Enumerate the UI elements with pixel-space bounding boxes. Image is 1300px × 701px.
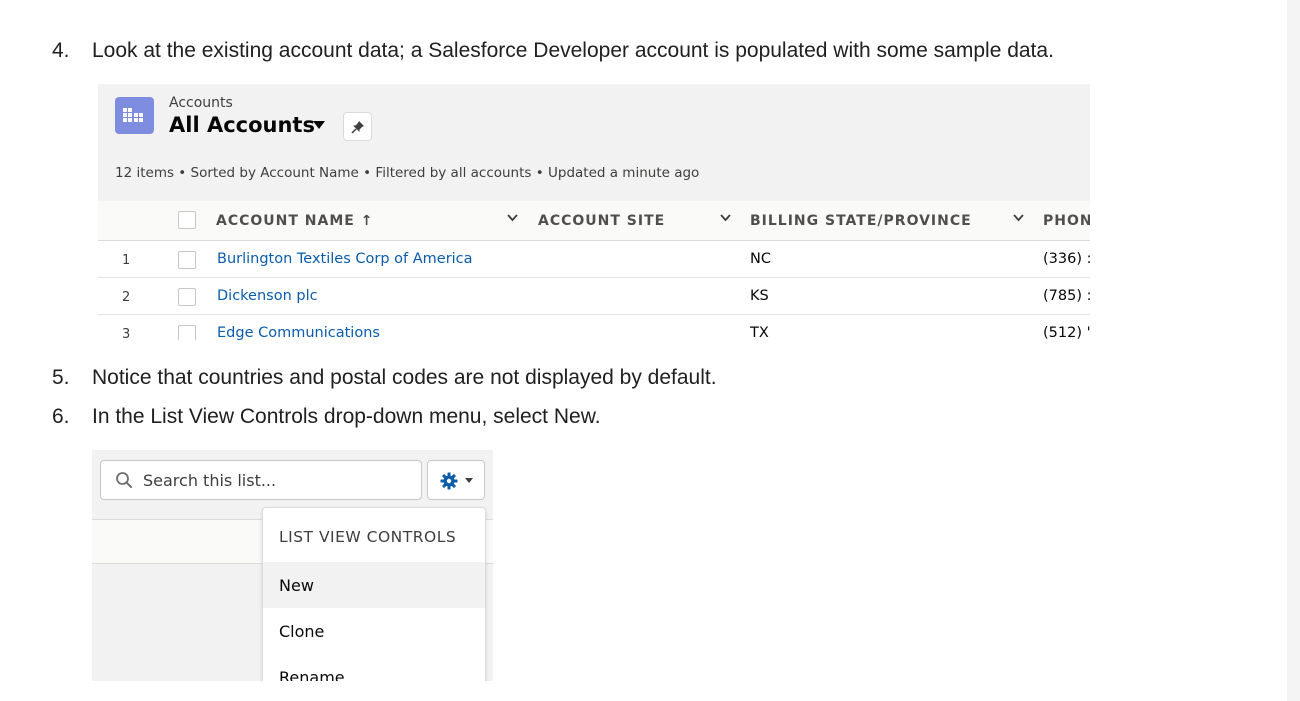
list-view-title[interactable]: All Accounts bbox=[169, 113, 315, 137]
step-5: 5. Notice that countries and postal codes… bbox=[52, 366, 717, 390]
table-header-row: ACCOUNT NAME ↑ ACCOUNT SITE BILLING STAT… bbox=[98, 201, 1090, 241]
phone-cell: (785) : bbox=[1043, 288, 1090, 304]
row-number: 2 bbox=[122, 290, 131, 305]
accounts-object-icon bbox=[115, 97, 154, 134]
table-row: 2 Dickenson plc KS (785) : bbox=[98, 278, 1090, 315]
step-number: 4. bbox=[52, 39, 70, 62]
pin-list-view-button[interactable] bbox=[343, 112, 372, 141]
list-view-controls-button[interactable] bbox=[427, 460, 485, 500]
menu-item-clone[interactable]: Clone bbox=[263, 608, 485, 654]
account-name-link[interactable]: Burlington Textiles Corp of America bbox=[217, 251, 473, 267]
search-icon bbox=[116, 472, 132, 488]
billing-state-cell: NC bbox=[750, 251, 771, 267]
pin-icon bbox=[350, 121, 364, 134]
list-view-controls-screenshot: LIST VIEW CONTROLS New Clone Rename bbox=[92, 450, 493, 681]
step-6: 6. In the List View Controls drop-down me… bbox=[52, 405, 601, 429]
chevron-down-icon bbox=[465, 478, 473, 483]
page-gutter bbox=[1287, 0, 1300, 701]
billing-state-cell: TX bbox=[750, 325, 769, 340]
list-view-header: Accounts All Accounts 12 items • Sorted … bbox=[98, 84, 1090, 201]
column-menu-chevron-icon[interactable] bbox=[720, 213, 731, 222]
menu-item-label: Clone bbox=[279, 622, 325, 641]
list-view-picker-caret-icon[interactable] bbox=[313, 121, 325, 129]
search-input[interactable] bbox=[143, 469, 413, 491]
menu-item-label: Rename bbox=[279, 668, 345, 681]
table-row: 3 Edge Communications TX (512) ' bbox=[98, 315, 1090, 340]
billing-state-cell: KS bbox=[750, 288, 769, 304]
phone-cell: (512) ' bbox=[1043, 325, 1090, 340]
menu-item-label: New bbox=[279, 576, 314, 595]
list-view-controls-menu: LIST VIEW CONTROLS New Clone Rename bbox=[262, 507, 486, 681]
row-number: 3 bbox=[122, 327, 131, 340]
row-checkbox[interactable] bbox=[178, 288, 196, 306]
row-checkbox[interactable] bbox=[178, 251, 196, 269]
phone-cell: (336) : bbox=[1043, 251, 1090, 267]
column-header-billing-state[interactable]: BILLING STATE/PROVINCE bbox=[750, 213, 972, 229]
list-view-meta: 12 items • Sorted by Account Name • Filt… bbox=[115, 165, 700, 181]
column-header-account-site[interactable]: ACCOUNT SITE bbox=[538, 213, 665, 229]
gear-icon bbox=[440, 472, 458, 490]
step-text: In the List View Controls drop-down menu… bbox=[92, 405, 601, 428]
step-number: 6. bbox=[52, 405, 70, 428]
row-number: 1 bbox=[122, 253, 131, 268]
account-name-link[interactable]: Dickenson plc bbox=[217, 288, 318, 304]
step-number: 5. bbox=[52, 366, 70, 389]
object-label: Accounts bbox=[169, 95, 233, 111]
table-row: 1 Burlington Textiles Corp of America NC… bbox=[98, 241, 1090, 278]
search-box[interactable] bbox=[100, 460, 422, 500]
account-name-link[interactable]: Edge Communications bbox=[217, 325, 380, 340]
step-text: Notice that countries and postal codes a… bbox=[92, 366, 717, 389]
step-4: 4. Look at the existing account data; a S… bbox=[52, 39, 1054, 63]
column-menu-chevron-icon[interactable] bbox=[507, 213, 518, 222]
column-header-phone[interactable]: PHON bbox=[1043, 213, 1090, 229]
step-text: Look at the existing account data; a Sal… bbox=[92, 39, 1054, 62]
column-header-account-name[interactable]: ACCOUNT NAME ↑ bbox=[216, 213, 373, 229]
menu-header: LIST VIEW CONTROLS bbox=[279, 528, 457, 546]
menu-item-rename[interactable]: Rename bbox=[263, 654, 485, 681]
column-menu-chevron-icon[interactable] bbox=[1013, 213, 1024, 222]
menu-item-new[interactable]: New bbox=[263, 562, 485, 608]
row-checkbox[interactable] bbox=[178, 325, 196, 340]
accounts-list-view: Accounts All Accounts 12 items • Sorted … bbox=[98, 84, 1090, 340]
select-all-checkbox[interactable] bbox=[178, 211, 196, 229]
